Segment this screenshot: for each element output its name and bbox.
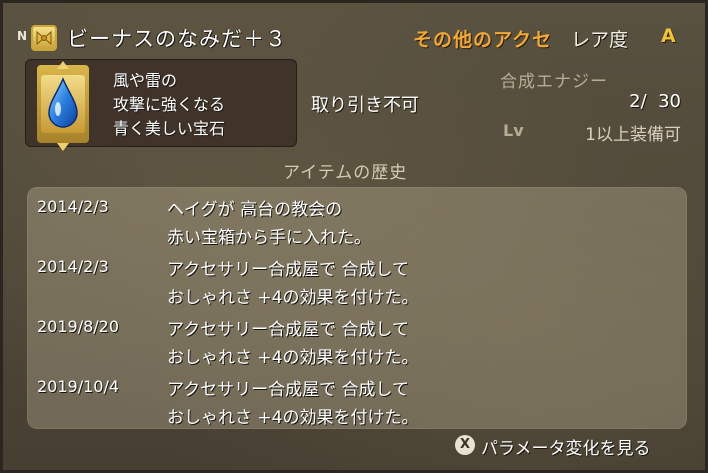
history-text: アクセサリー合成屋で 合成して	[167, 260, 410, 280]
level-label: Lv	[503, 121, 524, 140]
description-line: 風や雷の	[113, 71, 178, 90]
history-date: 2014/2/3	[37, 197, 109, 216]
history-list[interactable]: 2014/2/3 ヘイグが 高台の教会の 赤い宝箱から手に入れた。 2014/2…	[27, 187, 687, 429]
item-category: その他のアクセ	[413, 29, 553, 51]
history-date: 2014/2/3	[37, 257, 109, 276]
level-requirement: 1以上装備可	[585, 125, 681, 145]
history-title: アイテムの歴史	[283, 163, 408, 183]
item-detail-panel: N ビーナスのなみだ＋３ その他のアクセ レア度 A 風や雷の 攻撃に強くなる …	[0, 0, 708, 473]
footer-label: パラメータ変化を見る	[481, 439, 651, 459]
description-line: 青く美しい宝石	[113, 119, 226, 138]
history-text: ヘイグが 高台の教会の	[167, 200, 343, 220]
ribbon-icon	[31, 25, 57, 51]
item-name: ビーナスのなみだ＋３	[67, 27, 287, 51]
synthesis-energy-value: 2/ 30	[629, 91, 681, 112]
description-box: 風や雷の 攻撃に強くなる 青く美しい宝石	[25, 59, 297, 151]
water-drop-icon	[48, 77, 78, 128]
synthesis-energy-label: 合成エナジー	[500, 72, 608, 92]
history-date: 2019/10/4	[37, 377, 120, 396]
trade-status: 取り引き不可	[311, 95, 419, 116]
history-text: 赤い宝箱から手に入れた。	[167, 228, 371, 248]
arrow-up-icon	[57, 61, 69, 69]
history-text: アクセサリー合成屋で 合成して	[167, 380, 410, 400]
history-text: おしゃれさ +4の効果を付けた。	[167, 408, 419, 428]
description-line: 攻撃に強くなる	[113, 95, 226, 114]
history-date: 2019/8/20	[37, 317, 120, 336]
history-text: おしゃれさ +4の効果を付けた。	[167, 348, 419, 368]
rarity-label: レア度	[571, 29, 629, 51]
rarity-value: A	[661, 25, 676, 47]
history-text: おしゃれさ +4の効果を付けた。	[167, 288, 419, 308]
arrow-down-icon	[57, 143, 69, 151]
history-text: アクセサリー合成屋で 合成して	[167, 320, 410, 340]
item-badge: N	[17, 29, 28, 43]
item-icon-frame[interactable]	[37, 61, 89, 151]
x-button-icon: X	[455, 435, 475, 455]
